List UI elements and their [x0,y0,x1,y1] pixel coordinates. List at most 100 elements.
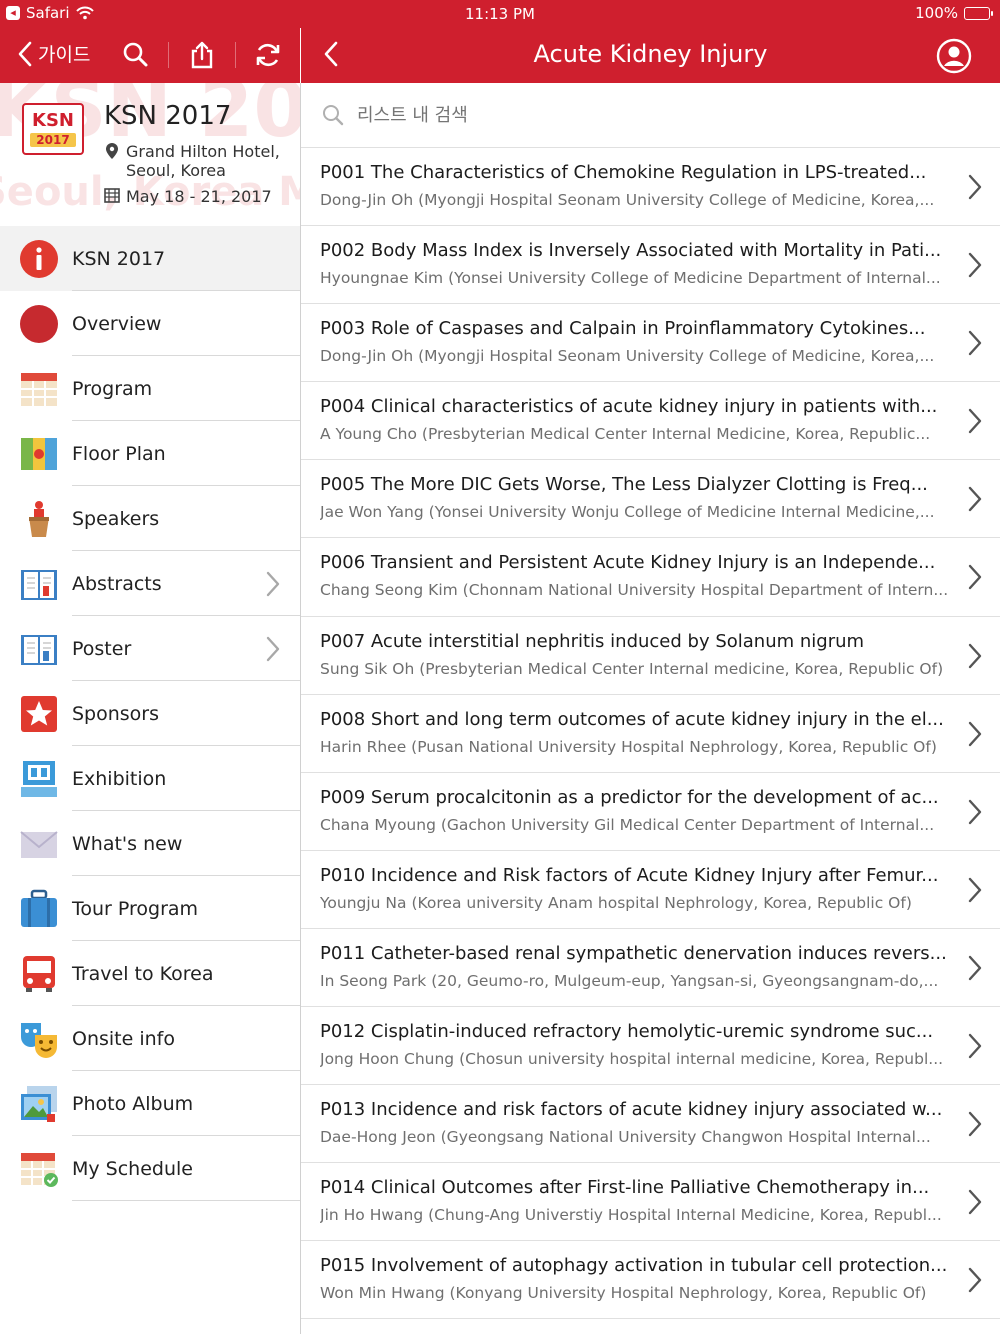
photo-icon [19,1084,59,1124]
abstract-authors: Jin Ho Hwang (Chung-Ang Universtiy Hospi… [320,1206,942,1225]
list-item[interactable]: P005 The More DIC Gets Worse, The Less D… [301,460,1000,539]
refresh-button[interactable] [253,40,283,70]
toolbar-divider [168,42,169,68]
masks-icon [19,1019,59,1059]
sidebar-item-poster[interactable]: Poster [0,616,300,681]
sidebar-item-program[interactable]: Program [0,356,300,421]
venue-line-1: Grand Hilton Hotel, [126,142,280,161]
abstract-authors: Dong-Jin Oh (Myongji Hospital Seonam Uni… [320,347,935,366]
status-time: 11:13 PM [465,5,535,23]
schedule-icon [19,1149,59,1189]
list-item[interactable]: P001 The Characteristics of Chemokine Re… [301,148,1000,227]
sidebar-item-my-schedule[interactable]: My Schedule [0,1136,300,1201]
abstract-title: P009 Serum procalcitonin as a predictor … [320,786,939,808]
chevron-right-icon [266,636,280,666]
guide-back-button[interactable]: 가이드 [18,40,90,67]
overview-icon [19,304,59,344]
chevron-right-icon [968,1267,982,1297]
sidebar-item-label: Abstracts [72,572,162,595]
abstract-authors: Hyoungnae Kim (Yonsei University College… [320,269,941,288]
abstract-title: P015 Involvement of autophagy activation… [320,1255,948,1277]
abstract-authors: Dae-Hong Jeon (Gyeongsang National Unive… [320,1128,931,1147]
list-item[interactable]: P008 Short and long term outcomes of acu… [301,695,1000,773]
chevron-right-icon [968,877,982,907]
sidebar-item-tour-program[interactable]: Tour Program [0,876,300,941]
list-item[interactable]: P003 Role of Caspases and Calpain in Pro… [301,304,1000,383]
sidebar-item-label: Exhibition [72,767,167,790]
sidebar-item-label: KSN 2017 [72,247,166,270]
event-dates-row: May 18 - 21, 2017 [104,187,272,207]
sidebar: KSN 2017 Seoul, Korea May 18 KSN 2017 KS… [0,83,300,1334]
abstract-title: P014 Clinical Outcomes after First-line … [320,1177,930,1199]
sidebar-item-speakers[interactable]: Speakers [0,486,300,551]
sidebar-item-travel-to-korea[interactable]: Travel to Korea [0,941,300,1006]
list-item[interactable]: P009 Serum procalcitonin as a predictor … [301,773,1000,851]
event-dates: May 18 - 21, 2017 [126,187,272,206]
search-input[interactable] [357,104,957,126]
envelope-icon [19,824,59,864]
abstract-title: P010 Incidence and Risk factors of Acute… [320,864,939,886]
chevron-right-icon [968,252,982,282]
abstract-authors: In Seong Park (20, Geumo-ro, Mulgeum-eup… [320,971,939,990]
sidebar-item-label: Speakers [72,507,160,530]
sidebar-item-exhibition[interactable]: Exhibition [0,746,300,811]
abstract-title: P011 Catheter-based renal sympathetic de… [320,942,947,964]
menu-divider [72,1200,300,1201]
abstract-title: P002 Body Mass Index is Inversely Associ… [320,240,942,262]
right-nav-bar: Acute Kidney Injury [301,28,1000,83]
event-banner[interactable]: KSN 2017 Seoul, Korea May 18 KSN 2017 KS… [0,83,300,226]
sidebar-item-ksn-2017[interactable]: KSN 2017 [0,226,300,291]
abstract-title: P008 Short and long term outcomes of acu… [320,708,944,730]
share-button[interactable] [187,40,217,70]
search-button[interactable] [121,40,151,70]
abstract-authors: Dong-Jin Oh (Myongji Hospital Seonam Uni… [320,191,935,209]
search-bar[interactable] [301,83,1000,148]
star-icon [19,694,59,734]
share-icon [191,41,213,69]
chevron-right-icon [968,564,982,594]
abstract-title: P001 The Characteristics of Chemokine Re… [320,162,927,183]
calendar-icon [19,369,59,409]
list-item[interactable]: P011 Catheter-based renal sympathetic de… [301,929,1000,1008]
list-item[interactable]: P002 Body Mass Index is Inversely Associ… [301,226,1000,305]
abstract-title: P004 Clinical characteristics of acute k… [320,396,938,418]
abstract-title: P012 Cisplatin-induced refractory hemoly… [320,1021,934,1043]
abstract-authors: Harin Rhee (Pusan National University Ho… [320,737,937,756]
chevron-right-icon [968,486,982,516]
sidebar-item-label: Sponsors [72,702,160,725]
sidebar-item-label: Program [72,377,153,400]
sidebar-item-overview[interactable]: Overview [0,291,300,356]
list-item[interactable]: P015 Involvement of autophagy activation… [301,1241,1000,1320]
battery-percent: 100% [915,4,958,22]
list-item[interactable]: P004 Clinical characteristics of acute k… [301,382,1000,461]
refresh-icon [256,43,280,67]
sidebar-item-whats-new[interactable]: What's new [0,811,300,876]
profile-button[interactable] [936,38,972,74]
sidebar-item-abstracts[interactable]: Abstracts [0,551,300,616]
calendar-icon [104,187,120,207]
list-item[interactable]: P006 Transient and Persistent Acute Kidn… [301,538,1000,617]
booth-icon [19,759,59,799]
list-item[interactable]: P010 Incidence and Risk factors of Acute… [301,851,1000,929]
toolbar-divider [235,42,236,68]
suitcase-icon [19,889,59,929]
book-icon [19,564,59,604]
guide-back-label: 가이드 [38,44,91,66]
list-item[interactable]: P013 Incidence and risk factors of acute… [301,1085,1000,1164]
sidebar-item-label: Overview [72,312,162,335]
chevron-right-icon [968,721,982,751]
chevron-right-icon [968,799,982,829]
sidebar-item-photo-album[interactable]: Photo Album [0,1071,300,1136]
abstract-authors: Jae Won Yang (Yonsei University Wonju Co… [320,503,935,522]
abstract-authors: Jong Hoon Chung (Chosun university hospi… [320,1050,944,1069]
list-item[interactable]: P007 Acute interstitial nephritis induce… [301,617,1000,695]
event-venue: Grand Hilton Hotel, Seoul, Korea [104,142,280,180]
chevron-left-icon [18,41,32,66]
chevron-right-icon [968,955,982,985]
list-item[interactable]: P012 Cisplatin-induced refractory hemoly… [301,1007,1000,1086]
list-item[interactable]: P014 Clinical Outcomes after First-line … [301,1163,1000,1242]
sidebar-item-floor-plan[interactable]: Floor Plan [0,421,300,486]
sidebar-item-onsite-info[interactable]: Onsite info [0,1006,300,1071]
abstract-authors: Chang Seong Kim (Chonnam National Univer… [320,581,949,600]
sidebar-item-sponsors[interactable]: Sponsors [0,681,300,746]
